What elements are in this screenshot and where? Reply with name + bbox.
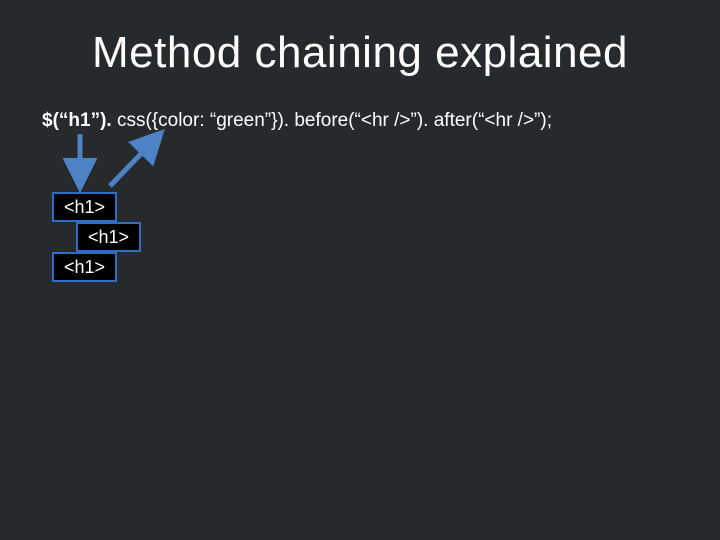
h1-box-2: <h1>: [76, 222, 141, 252]
slide-title: Method chaining explained: [0, 28, 720, 78]
h1-box-3: <h1>: [52, 252, 117, 282]
code-line: $(“h1”). css({color: “green”}). before(“…: [42, 110, 552, 132]
code-rest: css({color: “green”}). before(“<hr />”).…: [112, 110, 552, 131]
h1-box-1: <h1>: [52, 192, 117, 222]
code-selector-bold: $(“h1”).: [42, 110, 112, 131]
slide: Method chaining explained $(“h1”). css({…: [0, 0, 720, 540]
